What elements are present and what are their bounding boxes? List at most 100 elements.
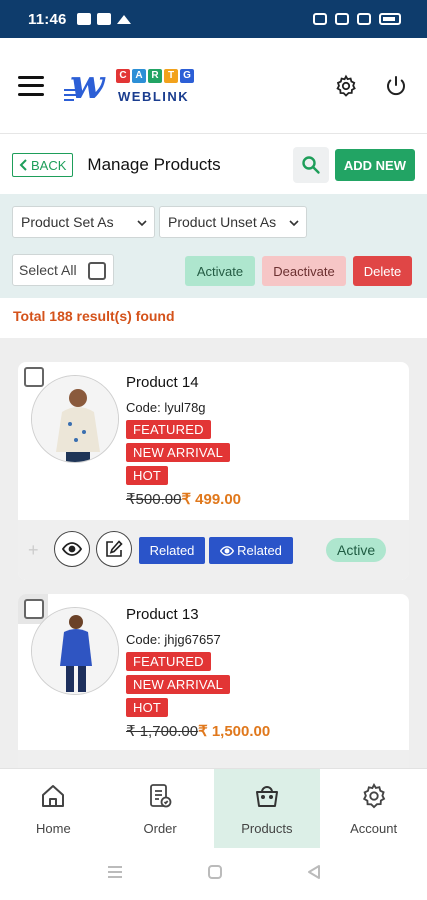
nav-home[interactable]: Home <box>0 769 107 848</box>
bottom-nav: Home Order Products Account <box>0 768 427 848</box>
system-icons <box>313 13 401 25</box>
nav-products-label: Products <box>241 821 293 836</box>
product-unset-as-label: Product Unset As <box>168 214 277 230</box>
nav-account[interactable]: Account <box>320 769 427 848</box>
logo-letter: C <box>116 68 130 83</box>
related-view-button[interactable]: Related <box>209 537 293 564</box>
nav-home-label: Home <box>36 821 71 836</box>
product-price: ₹ 1,700.00₹ 1,500.00 <box>126 722 270 740</box>
deactivate-button[interactable]: Deactivate <box>262 256 346 286</box>
related-button[interactable]: Related <box>139 537 205 564</box>
product-card: Product 14 Code: lyul78g FEATURED NEW AR… <box>18 362 409 580</box>
product-list: Product 14 Code: lyul78g FEATURED NEW AR… <box>0 338 427 768</box>
tag-hot: HOT <box>126 466 169 485</box>
notification-icons <box>76 13 131 25</box>
search-button[interactable] <box>292 147 329 183</box>
plus-icon: + <box>28 540 39 560</box>
gear-icon <box>359 781 389 811</box>
product-set-as-select[interactable]: Product Set As <box>12 206 155 238</box>
product-set-as-label: Product Set As <box>21 214 114 230</box>
product-name: Product 13 <box>126 606 199 623</box>
status-bar: 11:46 <box>0 0 427 38</box>
edit-icon <box>106 540 123 557</box>
tag-featured: FEATURED <box>126 652 211 671</box>
select-all-label: Select All <box>19 262 77 278</box>
page-title: Manage Products <box>87 155 221 174</box>
battery-icon <box>379 13 401 25</box>
activate-button[interactable]: Activate <box>185 256 255 286</box>
view-button[interactable] <box>54 531 90 567</box>
result-count: Total 188 result(s) found <box>13 308 175 324</box>
cloud-icon <box>116 14 131 24</box>
back-nav-icon[interactable] <box>307 864 321 885</box>
product-checkbox[interactable] <box>24 367 44 387</box>
nav-account-label: Account <box>350 821 398 836</box>
logo-cart-letters: CARTG <box>116 68 194 83</box>
vibrate-icon <box>313 13 327 25</box>
product-code: Code: lyul78g <box>126 400 206 415</box>
price-sale: ₹ 1,500.00 <box>198 723 271 740</box>
home-icon <box>38 781 68 811</box>
back-label: BACK <box>31 157 67 173</box>
product-unset-as-select[interactable]: Product Unset As <box>159 206 307 238</box>
product-card: Product 13 Code: jhjg67657 FEATURED NEW … <box>18 594 409 768</box>
product-code-value: jhjg67657 <box>164 632 221 647</box>
product-code-label: Code: <box>126 632 161 647</box>
product-code-value: lyul78g <box>164 400 206 415</box>
logo-brand-text: WEBLINK <box>118 88 190 104</box>
tag-hot: HOT <box>126 698 169 717</box>
select-all-checkbox[interactable] <box>88 262 106 280</box>
brand-logo: w CARTG WEBLINK <box>64 61 194 111</box>
tag-new-arrival: NEW ARRIVAL <box>126 443 231 462</box>
app-header: w CARTG WEBLINK <box>0 38 427 134</box>
tag-featured: FEATURED <box>126 420 211 439</box>
back-button[interactable]: BACK <box>12 153 74 177</box>
bag-icon <box>252 781 282 811</box>
price-original: ₹500.00 <box>126 491 182 508</box>
menu-icon[interactable] <box>18 75 44 96</box>
eye-icon <box>220 545 235 556</box>
product-name: Product 14 <box>126 374 199 391</box>
wifi-icon <box>335 13 349 25</box>
status-badge: Active <box>326 538 387 562</box>
logo-w-mark: w <box>70 60 105 108</box>
product-price: ₹500.00₹ 499.00 <box>126 490 241 508</box>
tag-new-arrival: NEW ARRIVAL <box>126 675 231 694</box>
product-code-label: Code: <box>126 400 161 415</box>
delete-button[interactable]: Delete <box>353 256 412 286</box>
header-actions <box>333 73 409 99</box>
home-button-icon[interactable] <box>207 864 223 885</box>
nav-products[interactable]: Products <box>213 769 321 848</box>
recent-apps-icon[interactable] <box>107 865 123 884</box>
add-new-button[interactable]: ADD NEW <box>334 149 415 181</box>
product-image <box>31 375 119 463</box>
gear-icon[interactable] <box>333 73 359 99</box>
product-image <box>31 607 119 695</box>
search-icon <box>302 156 320 174</box>
title-row: BACK Manage Products ADD NEW <box>0 136 427 194</box>
price-sale: ₹ 499.00 <box>181 491 242 508</box>
order-icon <box>145 781 175 811</box>
product-actions: + Related Related Active <box>18 520 409 580</box>
logo-letter: R <box>148 68 162 83</box>
nav-order-label: Order <box>143 821 177 836</box>
select-all-control[interactable]: Select All <box>12 254 114 286</box>
product-checkbox[interactable] <box>24 599 44 619</box>
chevron-left-icon <box>19 159 27 171</box>
product-actions <box>18 750 409 768</box>
logo-letter: T <box>164 68 178 83</box>
chevron-down-icon <box>137 220 147 227</box>
signal-icon <box>357 13 371 25</box>
system-nav-bar <box>0 848 427 900</box>
status-time: 11:46 <box>28 10 67 28</box>
logo-letter: A <box>132 68 146 83</box>
power-icon[interactable] <box>383 73 409 99</box>
eye-icon <box>62 542 82 556</box>
product-code: Code: jhjg67657 <box>126 632 221 647</box>
edit-button[interactable] <box>96 531 132 567</box>
mail-icon <box>76 13 91 25</box>
logo-letter: G <box>180 68 194 83</box>
nav-order[interactable]: Order <box>107 769 214 848</box>
price-original: ₹ 1,700.00 <box>126 723 199 740</box>
related-view-label: Related <box>237 543 282 558</box>
